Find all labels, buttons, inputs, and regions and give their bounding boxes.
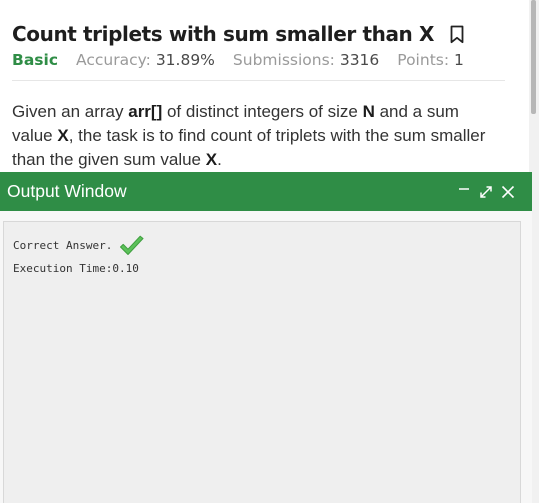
problem-meta: Basic Accuracy: 31.89% Submissions: 3316…	[12, 51, 507, 73]
close-icon[interactable]	[500, 184, 516, 200]
problem-description: Given an array arr[] of distinct integer…	[12, 100, 492, 172]
window-controls	[456, 184, 516, 200]
desc-bold-x: X	[205, 150, 218, 169]
accuracy-label: Accuracy:	[76, 51, 151, 69]
accuracy-value: 31.89%	[155, 51, 215, 69]
output-window-title: Output Window	[7, 181, 127, 201]
execution-time: Execution Time:0.10	[13, 262, 139, 275]
result-line: Correct Answer.	[13, 234, 511, 257]
desc-bold-n: N	[362, 102, 375, 121]
points-label: Points:	[397, 51, 450, 69]
expand-icon[interactable]	[478, 184, 494, 200]
points-value: 1	[454, 51, 464, 69]
execution-time-line: Execution Time:0.10	[13, 257, 511, 280]
submissions-value: 3316	[339, 51, 380, 69]
problem-header: Count triplets with sum smaller than X B…	[12, 18, 507, 73]
title-row: Count triplets with sum smaller than X	[12, 18, 507, 50]
problem-page: Count triplets with sum smaller than X B…	[0, 0, 539, 503]
result-text: Correct Answer.	[13, 239, 113, 252]
output-console: Correct Answer. Execution Time:0.10	[3, 221, 521, 503]
desc-bold-arr: arr[]	[128, 102, 163, 121]
output-window-header[interactable]: Output Window	[0, 172, 532, 211]
problem-title: Count triplets with sum smaller than X	[12, 22, 434, 46]
difficulty-label: Basic	[12, 51, 59, 69]
desc-text: of distinct integers of size	[162, 102, 363, 121]
checkmark-icon	[118, 234, 146, 258]
header-divider	[12, 80, 505, 81]
desc-text: .	[217, 150, 222, 169]
bookmark-icon[interactable]	[450, 25, 464, 44]
submissions-label: Submissions:	[232, 51, 335, 69]
desc-bold-x: X	[57, 126, 69, 145]
minimize-icon[interactable]	[456, 184, 472, 200]
desc-text: Given an array	[12, 102, 129, 121]
output-window: Output Window Correct Answer. Execution …	[0, 172, 532, 503]
scrollbar-thumb[interactable]	[531, 0, 536, 114]
desc-text: , the task is to find count of triplets …	[12, 126, 486, 169]
